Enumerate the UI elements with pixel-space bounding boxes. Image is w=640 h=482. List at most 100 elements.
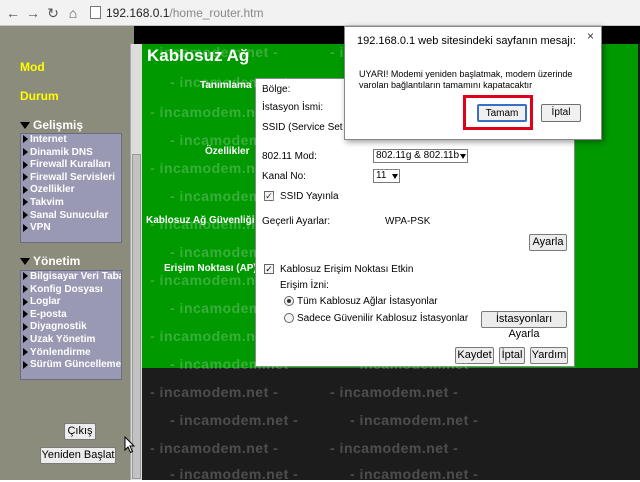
channel-select[interactable]: 11: [373, 169, 400, 183]
advanced-item[interactable]: Özellikler: [21, 184, 121, 197]
security-settings-button[interactable]: Ayarla: [529, 234, 567, 251]
save-button[interactable]: Kaydet: [455, 347, 494, 364]
advanced-item[interactable]: VPN: [21, 222, 121, 235]
management-item[interactable]: Konfig Dosyası: [21, 284, 121, 297]
cancel-button[interactable]: İptal: [499, 347, 525, 364]
dialog-title: 192.168.0.1 web sitesindeki sayfanın mes…: [357, 35, 576, 47]
nav-mode[interactable]: Mod: [20, 60, 45, 74]
address-bar[interactable]: 192.168.0.1/home_router.htm: [106, 3, 406, 23]
triangle-right-icon: [23, 335, 28, 344]
station-name-label: İstasyon İsmi:: [262, 102, 324, 113]
triangle-right-icon: [23, 223, 28, 232]
ssid-broadcast-label: SSID Yayınla: [280, 191, 339, 202]
management-item[interactable]: Diyagnostik: [21, 321, 121, 334]
advanced-item-label: Özellikler: [30, 184, 75, 196]
current-settings-value: WPA-PSK: [385, 216, 431, 227]
management-item[interactable]: Loglar: [21, 296, 121, 309]
mode-label: 802.11 Mod:: [262, 151, 317, 162]
management-item[interactable]: Uzak Yönetim: [21, 334, 121, 347]
management-item[interactable]: Yönlendirme: [21, 347, 121, 360]
dialog-cancel-button[interactable]: İptal: [541, 104, 581, 122]
nav-management-list: Bilgisayar Veri TabanıKonfig DosyasıLogl…: [20, 270, 122, 380]
management-item-label: Uzak Yönetim: [30, 333, 96, 345]
triangle-right-icon: [23, 147, 28, 156]
triangle-right-icon: [23, 185, 28, 194]
chevron-down-icon: [392, 174, 398, 179]
stations-settings-button[interactable]: İstasyonları Ayarla: [481, 311, 567, 340]
management-item[interactable]: Bilgisayar Veri Tabanı: [21, 271, 121, 284]
advanced-item[interactable]: Firewall Servisleri: [21, 172, 121, 185]
nav-status[interactable]: Durum: [20, 89, 59, 103]
section-security: Kablosuz Ağ Güvenliği: [146, 215, 255, 226]
browser-toolbar: ← → ↻ ⌂ 192.168.0.1/home_router.htm: [0, 0, 640, 26]
advanced-item-label: Firewall Kuralları: [30, 159, 111, 171]
page-title: Kablosuz Ağ: [147, 46, 250, 65]
advanced-item-label: Takvim: [30, 196, 64, 208]
channel-label: Kanal No:: [262, 171, 306, 182]
reload-icon[interactable]: ↻: [44, 4, 62, 22]
home-icon[interactable]: ⌂: [64, 4, 82, 22]
triangle-right-icon: [23, 198, 28, 207]
triangle-right-icon: [23, 284, 28, 293]
advanced-item[interactable]: Dinamik DNS: [21, 147, 121, 160]
triangle-right-icon: [23, 347, 28, 356]
forward-icon[interactable]: →: [24, 4, 42, 22]
help-button[interactable]: Yardım: [530, 347, 568, 364]
section-ap: Erişim Noktası (AP): [164, 263, 257, 274]
mode-select[interactable]: 802.11g & 802.11b: [373, 149, 468, 163]
nav-management-heading[interactable]: Yönetim: [20, 254, 80, 268]
section-features: Özellikler: [205, 146, 250, 157]
management-item-label: Sürüm Güncelleme: [30, 359, 121, 371]
advanced-item-label: Sanal Sunucular: [30, 209, 109, 221]
ssid-broadcast-checkbox[interactable]: ✓: [264, 191, 274, 201]
access-permission-label: Erişim İzni:: [280, 280, 329, 291]
restart-button[interactable]: Yeniden Başlat: [40, 447, 116, 464]
advanced-item[interactable]: Takvim: [21, 197, 121, 210]
triangle-down-icon: [20, 258, 30, 266]
triangle-down-icon: [20, 122, 30, 130]
triangle-right-icon: [23, 272, 28, 281]
management-item-label: Bilgisayar Veri Tabanı: [30, 271, 121, 282]
triangle-right-icon: [23, 297, 28, 306]
current-settings-label: Geçerli Ayarlar:: [262, 216, 331, 227]
nav-advanced-heading[interactable]: Gelişmiş: [20, 118, 83, 132]
address-host: 192.168.0.1: [106, 6, 170, 20]
trusted-stations-radio[interactable]: [284, 313, 294, 323]
management-item-label: Loglar: [30, 296, 61, 308]
chevron-down-icon: [460, 154, 466, 159]
management-item-label: Diyagnostik: [30, 321, 87, 333]
close-icon[interactable]: ×: [587, 29, 594, 43]
advanced-item[interactable]: Firewall Kuralları: [21, 159, 121, 172]
triangle-right-icon: [23, 160, 28, 169]
all-stations-radio[interactable]: [284, 296, 294, 306]
region-label: Bölge:: [262, 84, 291, 95]
address-path: /home_router.htm: [169, 6, 264, 20]
triangle-right-icon: [23, 210, 28, 219]
triangle-right-icon: [23, 310, 28, 319]
nav-advanced-list: Internet Dinamik DNS Firewall Kuralları Fir…: [20, 133, 122, 243]
triangle-right-icon: [23, 135, 28, 144]
management-item[interactable]: E-posta: [21, 309, 121, 322]
all-stations-label: Tüm Kablosuz Ağlar İstasyonlar: [297, 296, 438, 307]
trusted-stations-label: Sadece Güvenilir Kablosuz İstasyonlar: [297, 313, 469, 324]
advanced-item-label: Internet: [30, 134, 67, 145]
advanced-item-label: Firewall Servisleri: [30, 171, 116, 183]
ap-enabled-label: Kablosuz Erişim Noktası Etkin: [280, 264, 414, 275]
ssid-label: SSID (Service Set Id: [262, 122, 354, 133]
triangle-right-icon: [23, 322, 28, 331]
advanced-item-label: Dinamik DNS: [30, 146, 93, 158]
ap-enabled-checkbox[interactable]: ✓: [264, 264, 274, 274]
advanced-item[interactable]: Internet: [21, 134, 121, 147]
management-item-label: Konfig Dosyası: [30, 283, 103, 295]
management-item[interactable]: Sürüm Güncelleme: [21, 359, 121, 372]
management-item-label: Yönlendirme: [30, 346, 91, 358]
mouse-cursor-icon: [124, 436, 136, 454]
triangle-right-icon: [23, 360, 28, 369]
page-icon: [90, 6, 101, 19]
scrollbar-thumb[interactable]: [132, 154, 141, 479]
management-item-label: E-posta: [30, 308, 67, 320]
logout-button[interactable]: Çıkış: [64, 423, 96, 440]
nav-scrollbar[interactable]: [130, 44, 142, 480]
advanced-item[interactable]: Sanal Sunucular: [21, 210, 121, 223]
back-icon[interactable]: ←: [4, 4, 22, 22]
